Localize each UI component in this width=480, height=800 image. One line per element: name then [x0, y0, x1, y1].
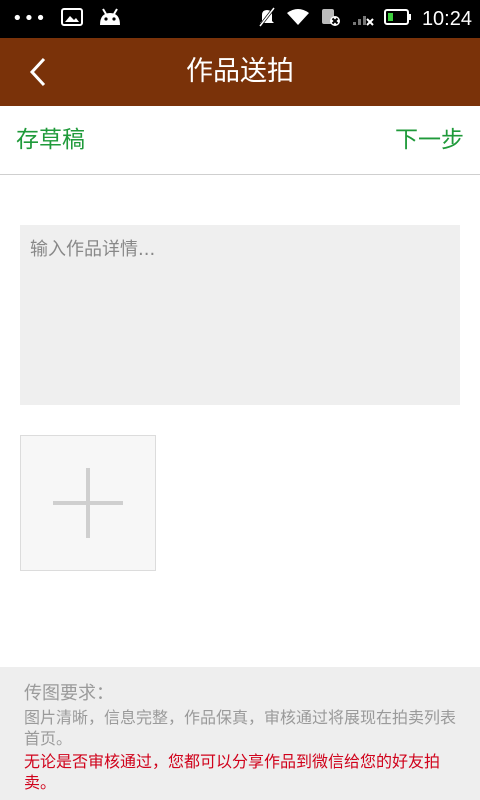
status-bar: ••• 10:24 — [0, 0, 480, 38]
save-draft-button[interactable]: 存草稿 — [16, 106, 85, 174]
clock: 10:24 — [421, 7, 472, 30]
requirements-text: 图片清晰，信息完整，作品保真，审核通过将展现在拍卖列表首页。 — [24, 708, 457, 748]
add-image-button[interactable] — [20, 435, 156, 571]
wifi-icon — [286, 8, 310, 30]
back-button[interactable] — [18, 52, 58, 92]
upload-requirements-panel: 传图要求： 图片清晰，信息完整，作品保真，审核通过将展现在拍卖列表首页。 无论是… — [0, 667, 480, 800]
signal-icon — [352, 8, 374, 30]
overflow-dots: ••• — [12, 8, 47, 29]
next-step-button[interactable]: 下一步 — [395, 106, 464, 174]
status-right: 10:24 — [258, 0, 472, 38]
requirements-title: 传图要求： — [24, 683, 114, 704]
title-bar: 作品送拍 — [0, 38, 480, 106]
android-icon — [97, 7, 123, 31]
image-icon — [60, 8, 83, 30]
share-note: 无论是否审核通过，您都可以分享作品到微信给您的好友拍卖。 — [24, 752, 441, 792]
status-left: ••• — [12, 0, 123, 38]
work-detail-input[interactable] — [20, 225, 460, 405]
mute-icon — [258, 7, 276, 31]
action-bar: 存草稿 下一步 — [0, 106, 480, 175]
page-title: 作品送拍 — [186, 56, 294, 87]
chevron-left-icon — [29, 57, 46, 87]
plus-icon — [53, 468, 123, 538]
sim-error-icon — [320, 7, 342, 31]
battery-icon — [383, 9, 412, 29]
